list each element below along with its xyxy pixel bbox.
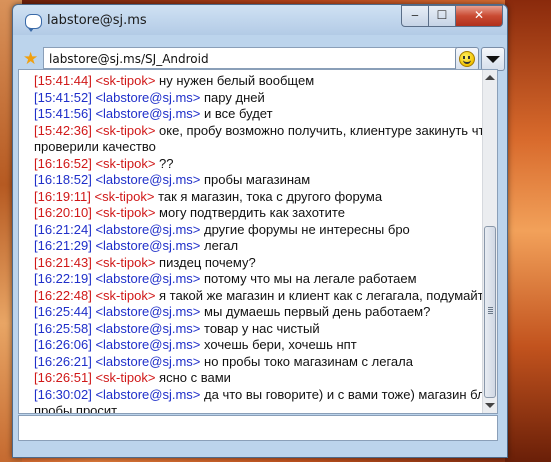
smiley-button[interactable]	[455, 47, 479, 71]
close-button[interactable]: ✕	[455, 5, 503, 27]
message-timestamp: [16:16:52]	[34, 155, 92, 171]
star-icon[interactable]: ★	[23, 49, 38, 69]
message-timestamp: [15:42:36]	[34, 122, 92, 138]
message-timestamp: [16:21:29]	[34, 238, 92, 253]
grip-icon	[488, 307, 493, 308]
message-line: [16:30:02] <labstore@sj.ms> да что вы го…	[34, 386, 497, 403]
message-line: [16:26:51] <sk-tipok> ясно с вами	[34, 370, 474, 386]
message-line: [16:21:24] <labstore@sj.ms> другие форум…	[34, 222, 474, 238]
message-line: [16:22:48] <sk-tipok> я такой же магазин…	[34, 287, 491, 304]
message-sender[interactable]: <labstore@sj.ms>	[92, 106, 204, 121]
message-sender[interactable]: <sk-tipok>	[92, 73, 159, 88]
scroll-down-icon[interactable]	[485, 403, 495, 408]
message-text: проверили качество	[34, 139, 156, 154]
message-text: мы думаешь первый день работаем?	[204, 304, 431, 319]
desktop-background-right	[505, 0, 551, 462]
message-sender[interactable]: <labstore@sj.ms>	[92, 271, 204, 286]
message-sender[interactable]: <sk-tipok>	[92, 255, 159, 270]
message-timestamp: [16:25:44]	[34, 304, 92, 319]
message-sender[interactable]: <labstore@sj.ms>	[92, 90, 204, 105]
menu-button[interactable]	[481, 47, 505, 71]
message-line: [15:42:36] <sk-tipok> оке, пробу возможн…	[34, 122, 497, 139]
message-line: [16:21:43] <sk-tipok> пиздец почему?	[34, 255, 474, 271]
message-text: другие форумы не интересны бро	[204, 221, 410, 237]
message-sender[interactable]: <sk-tipok>	[92, 205, 159, 220]
maximize-button[interactable]: ☐	[428, 5, 456, 27]
message-timestamp: [16:22:19]	[34, 271, 92, 286]
message-sender[interactable]: <sk-tipok>	[92, 288, 159, 303]
message-line: [15:41:56] <labstore@sj.ms> и все будет	[34, 106, 474, 122]
message-text: пробы магазинам	[204, 172, 311, 187]
message-text: но пробы токо магазинам с легала	[204, 353, 413, 369]
message-timestamp: [16:26:06]	[34, 337, 92, 352]
message-sender[interactable]: <labstore@sj.ms>	[92, 222, 204, 237]
message-sender[interactable]: <labstore@sj.ms>	[92, 337, 204, 352]
message-timestamp: [16:22:48]	[34, 287, 92, 303]
message-sender[interactable]: <labstore@sj.ms>	[92, 354, 204, 369]
chat-log[interactable]: [15:41:44] <sk-tipok> ну нужен белый воо…	[18, 69, 498, 414]
message-text: оке, пробу возможно получить, клиентуре …	[159, 122, 498, 138]
message-text: ясно с вами	[159, 370, 231, 385]
message-sender[interactable]: <labstore@sj.ms>	[92, 321, 204, 336]
message-sender[interactable]: <labstore@sj.ms>	[92, 238, 204, 253]
message-sender[interactable]: <sk-tipok>	[92, 370, 159, 385]
message-line: [16:19:11] <sk-tipok> так я магазин, ток…	[34, 189, 474, 205]
message-timestamp: [16:21:24]	[34, 221, 92, 237]
window-title: labstore@sj.ms	[47, 13, 147, 28]
scrollbar[interactable]	[482, 70, 497, 413]
message-line: пробы просит	[34, 403, 474, 414]
minimize-button[interactable]: ‒	[401, 5, 429, 27]
message-text: пробы просит	[34, 403, 118, 414]
message-sender[interactable]: <labstore@sj.ms>	[92, 387, 204, 402]
message-line: [16:20:10] <sk-tipok> могу подтвердить к…	[34, 205, 474, 221]
message-text: да что вы говорите) и с вами тоже) магаз…	[204, 386, 498, 402]
smiley-icon	[459, 51, 475, 67]
message-timestamp: [16:26:51]	[34, 370, 92, 385]
message-text: товар у нас чистый	[204, 320, 320, 336]
message-line: [16:26:06] <labstore@sj.ms> хочешь бери,…	[34, 337, 474, 353]
message-timestamp: [16:26:21]	[34, 353, 92, 369]
message-timestamp: [15:41:52]	[34, 89, 92, 105]
message-sender[interactable]: <sk-tipok>	[91, 189, 158, 204]
message-text: пиздец почему?	[159, 254, 256, 270]
scroll-up-icon[interactable]	[485, 75, 495, 80]
message-text: так я магазин, тока с другого форума	[158, 188, 383, 204]
message-sender[interactable]: <labstore@sj.ms>	[92, 304, 204, 319]
message-line: [15:41:52] <labstore@sj.ms> пару дней	[34, 90, 474, 106]
message-line: проверили качество	[34, 139, 474, 155]
message-sender[interactable]: <sk-tipok>	[92, 123, 159, 138]
message-line: [15:41:44] <sk-tipok> ну нужен белый воо…	[34, 73, 474, 89]
chat-bubble-icon	[25, 14, 42, 32]
message-line: [16:22:19] <labstore@sj.ms> потому что м…	[34, 271, 474, 287]
message-text: хочешь бери, хочешь нпт	[204, 337, 357, 352]
message-text: могу подтвердить как захотите	[159, 205, 345, 220]
message-line: [16:21:29] <labstore@sj.ms> легал	[34, 238, 474, 254]
message-sender[interactable]: <labstore@sj.ms>	[92, 172, 204, 187]
message-timestamp: [15:41:56]	[34, 106, 92, 121]
contact-address[interactable]: labstore@sj.ms/SJ_Android	[43, 47, 457, 69]
message-text: легал	[204, 238, 239, 253]
message-timestamp: [16:25:58]	[34, 320, 92, 336]
scrollbar-thumb[interactable]	[484, 226, 496, 398]
title-bar[interactable]: labstore@sj.ms ‒ ☐ ✕	[13, 5, 507, 35]
message-text: ??	[159, 155, 174, 171]
message-timestamp: [16:30:02]	[34, 386, 92, 402]
message-timestamp: [16:18:52]	[34, 172, 92, 187]
message-line: [16:18:52] <labstore@sj.ms> пробы магази…	[34, 172, 474, 188]
message-text: пару дней	[204, 89, 265, 105]
message-line: [16:25:58] <labstore@sj.ms> товар у нас …	[34, 321, 474, 337]
message-input[interactable]	[18, 415, 498, 441]
message-sender[interactable]: <sk-tipok>	[92, 156, 159, 171]
message-text: и все будет	[204, 106, 273, 121]
message-text: потому что мы на легале работаем	[204, 271, 417, 286]
message-text: ну нужен белый вообщем	[159, 73, 315, 88]
message-line: [16:16:52] <sk-tipok> ??	[34, 156, 474, 172]
message-line: [16:26:21] <labstore@sj.ms> но пробы ток…	[34, 354, 474, 370]
message-text: я такой же магазин и клиент как с легага…	[159, 287, 491, 303]
message-line: [16:25:44] <labstore@sj.ms> мы думаешь п…	[34, 304, 474, 320]
message-timestamp: [16:21:43]	[34, 254, 92, 270]
message-timestamp: [15:41:44]	[34, 73, 92, 88]
message-timestamp: [16:20:10]	[34, 205, 92, 220]
message-timestamp: [16:19:11]	[34, 188, 91, 204]
